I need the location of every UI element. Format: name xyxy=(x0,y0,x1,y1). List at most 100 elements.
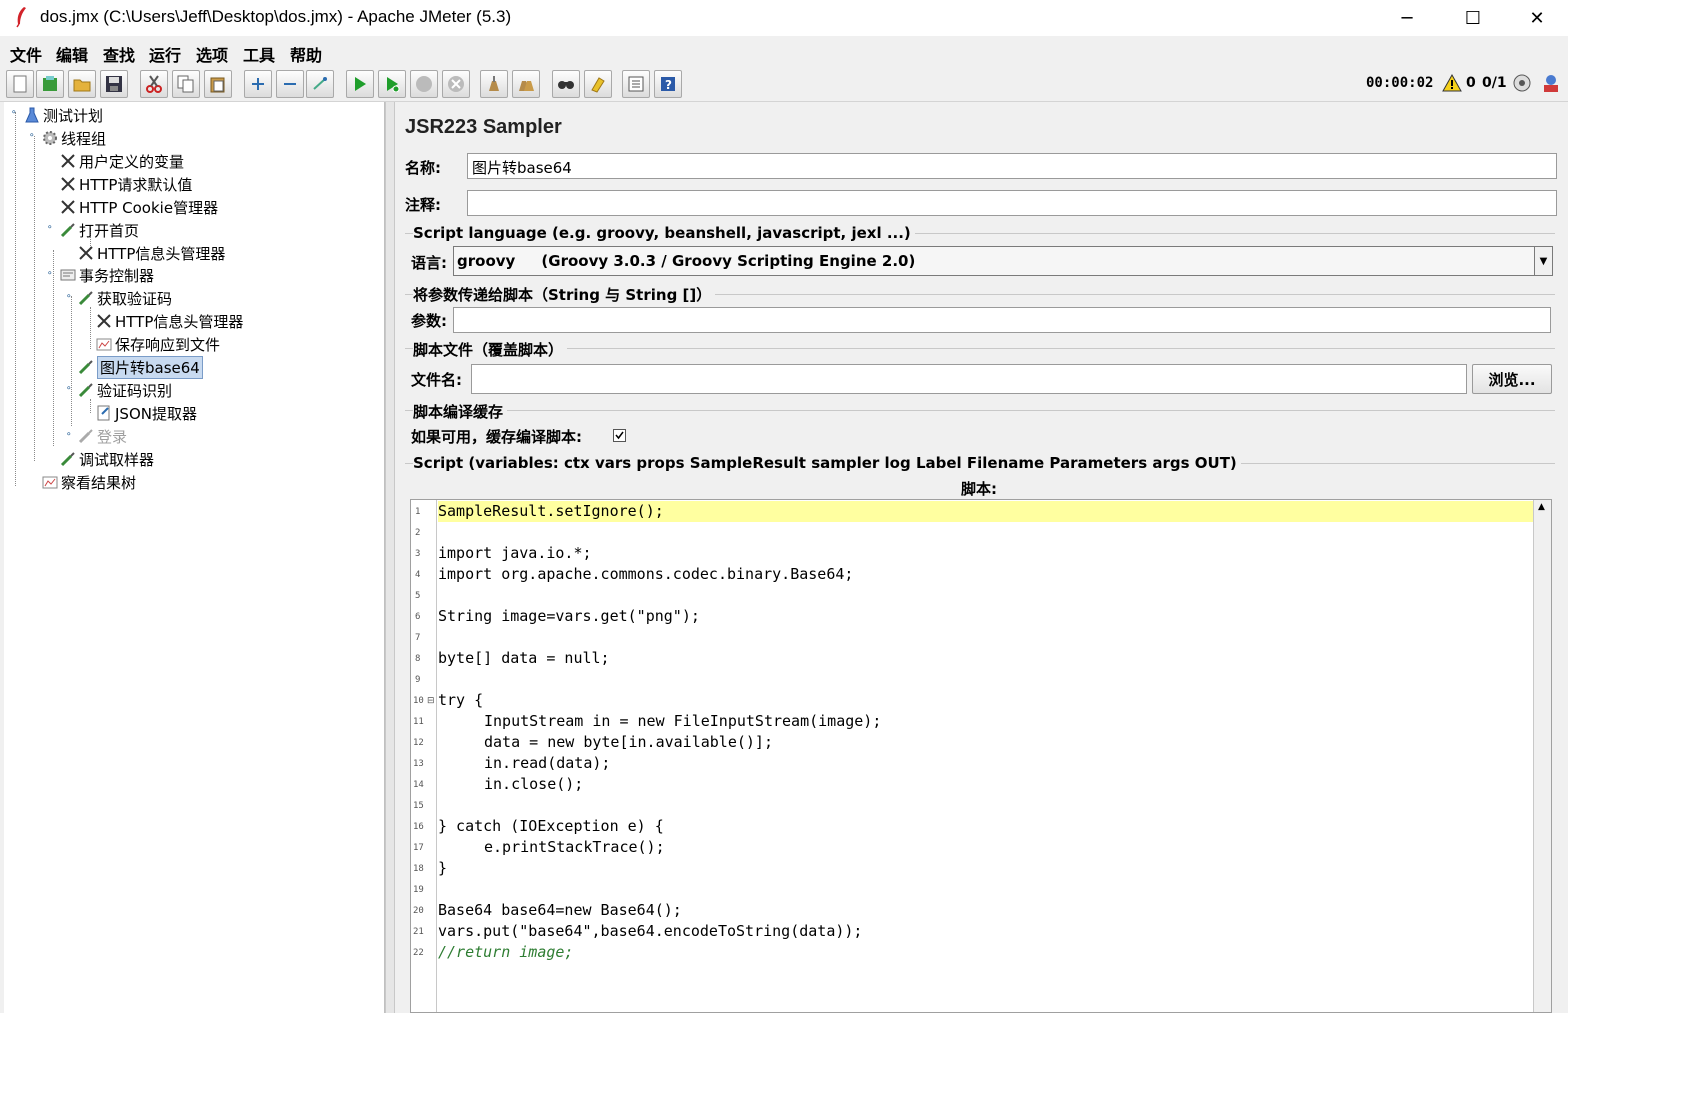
tree-line xyxy=(34,136,35,461)
menu-tools[interactable]: 工具 xyxy=(243,42,275,66)
line-number: 8 xyxy=(415,654,421,664)
line-gutter: 1 2 3 4 5 6 7 8 9 10 ⊟ 11 12 13 14 15 16… xyxy=(411,500,437,1012)
minimize-button[interactable]: ─ xyxy=(1374,0,1440,36)
pipette-icon xyxy=(78,290,94,306)
remote-status-icon xyxy=(1513,74,1531,92)
tree-node-image-to-base64[interactable]: 图片转base64 xyxy=(78,355,203,379)
toggle-icon[interactable] xyxy=(306,70,334,98)
cache-checkbox[interactable] xyxy=(613,429,626,442)
open-icon[interactable] xyxy=(68,70,96,98)
svg-text:?: ? xyxy=(665,78,672,92)
tree-node-cookie-manager[interactable]: HTTP Cookie管理器 xyxy=(60,196,218,218)
warning-icon[interactable] xyxy=(1442,74,1462,92)
help-icon[interactable]: ? xyxy=(654,70,682,98)
tree-node-header-manager-1[interactable]: HTTP信息头管理器 xyxy=(78,242,225,264)
start-no-pause-icon[interactable] xyxy=(378,70,406,98)
menu-options[interactable]: 选项 xyxy=(196,42,228,66)
menu-file[interactable]: 文件 xyxy=(10,42,42,66)
line-number: 17 xyxy=(413,843,424,853)
tree-node-login[interactable]: 登录 xyxy=(78,425,127,447)
line-number: 6 xyxy=(415,612,421,622)
tree-node-header-manager-2[interactable]: HTTP信息头管理器 xyxy=(96,310,243,332)
copy-icon[interactable] xyxy=(172,70,200,98)
shutdown-icon[interactable] xyxy=(442,70,470,98)
tree-node-label: HTTP信息头管理器 xyxy=(97,244,226,263)
script-language-section: Script language (e.g. groovy, beanshell,… xyxy=(413,224,915,242)
wrench-icon xyxy=(60,176,76,192)
close-button[interactable]: ✕ xyxy=(1504,0,1568,36)
tree-node-captcha-recognition[interactable]: 验证码识别 xyxy=(78,379,172,401)
paste-icon[interactable] xyxy=(204,70,232,98)
menu-bar: 文件 编辑 查找 运行 选项 工具 帮助 xyxy=(0,38,1568,66)
save-icon[interactable] xyxy=(100,70,128,98)
tree-node-debug-sampler[interactable]: 调试取样器 xyxy=(60,448,154,470)
reset-search-icon[interactable] xyxy=(584,70,612,98)
code-line: vars.put("base64",base64.encodeToString(… xyxy=(438,922,863,940)
flask-icon xyxy=(24,107,40,123)
script-section: Script (variables: ctx vars props Sample… xyxy=(413,454,1241,472)
expand-toggle[interactable]: ⚬ xyxy=(46,223,54,233)
line-number: 11 xyxy=(413,717,424,727)
expand-toggle[interactable]: ⚬ xyxy=(65,292,73,302)
splitter[interactable] xyxy=(385,102,395,1013)
tree-node-json-extractor[interactable]: JSON提取器 xyxy=(96,402,197,424)
tree-node-thread-group[interactable]: 线程组 xyxy=(42,127,106,149)
language-label: 语言: xyxy=(411,254,447,272)
tree-node-label: HTTP信息头管理器 xyxy=(115,312,244,331)
collapse-icon[interactable] xyxy=(276,70,304,98)
extractor-icon xyxy=(96,405,112,421)
menu-help[interactable]: 帮助 xyxy=(290,42,322,66)
chevron-up-icon[interactable]: ▲ xyxy=(1538,502,1545,512)
expand-toggle[interactable]: ⚬ xyxy=(46,269,54,279)
logger-icon[interactable] xyxy=(1540,72,1562,94)
tree-node-user-vars[interactable]: 用户定义的变量 xyxy=(60,150,184,172)
fold-icon[interactable]: ⊟ xyxy=(427,696,435,706)
expand-icon[interactable] xyxy=(244,70,272,98)
browse-button[interactable]: 浏览... xyxy=(1472,364,1552,394)
expand-toggle[interactable]: ⚬ xyxy=(10,108,18,118)
tree-node-results-tree[interactable]: 察看结果树 xyxy=(42,471,136,493)
new-icon[interactable] xyxy=(6,70,34,98)
name-field[interactable]: 图片转base64 xyxy=(467,153,1557,179)
stop-icon[interactable] xyxy=(410,70,438,98)
tree-line xyxy=(71,296,72,426)
section-divider xyxy=(405,348,1555,349)
menu-edit[interactable]: 编辑 xyxy=(56,42,88,66)
search-icon[interactable] xyxy=(552,70,580,98)
code-line: import org.apache.commons.codec.binary.B… xyxy=(438,565,854,583)
code-line: String image=vars.get("png"); xyxy=(438,607,700,625)
file-field[interactable] xyxy=(471,364,1467,394)
comment-field[interactable] xyxy=(467,190,1557,216)
tree-node-transaction-controller[interactable]: 事务控制器 xyxy=(60,264,154,286)
cut-icon[interactable] xyxy=(140,70,168,98)
menu-run[interactable]: 运行 xyxy=(149,42,181,66)
tree-node-get-captcha[interactable]: 获取验证码 xyxy=(78,287,172,309)
script-editor[interactable]: 1 2 3 4 5 6 7 8 9 10 ⊟ 11 12 13 14 15 16… xyxy=(410,499,1552,1013)
gear-icon xyxy=(42,130,58,146)
tree-node-label: 调试取样器 xyxy=(79,450,155,469)
language-select[interactable]: groovy (Groovy 3.0.3 / Groovy Scripting … xyxy=(453,246,1553,276)
expand-toggle[interactable]: ⚬ xyxy=(65,384,73,394)
expand-toggle[interactable]: ⚬ xyxy=(28,131,36,141)
tree-node-test-plan[interactable]: 测试计划 xyxy=(24,104,103,126)
tree-node-open-home[interactable]: 打开首页 xyxy=(60,219,139,241)
code-line: InputStream in = new FileInputStream(ima… xyxy=(484,712,882,730)
expand-toggle[interactable]: ⚬ xyxy=(65,430,73,440)
warning-count: 0 xyxy=(1466,75,1476,91)
params-field[interactable] xyxy=(453,307,1551,333)
templates-icon[interactable] xyxy=(36,70,64,98)
clear-all-icon[interactable] xyxy=(512,70,540,98)
tree-node-save-response[interactable]: 保存响应到文件 xyxy=(96,333,220,355)
code-line: } xyxy=(438,859,448,877)
line-number: 18 xyxy=(413,864,424,874)
start-icon[interactable] xyxy=(346,70,374,98)
function-helper-icon[interactable] xyxy=(622,70,650,98)
clear-icon[interactable] xyxy=(480,70,508,98)
menu-search[interactable]: 查找 xyxy=(103,42,135,66)
maximize-button[interactable]: ☐ xyxy=(1440,0,1506,36)
chevron-down-icon[interactable]: ▼ xyxy=(1534,247,1552,275)
editor-scrollbar[interactable]: ▲ xyxy=(1533,500,1551,1012)
toolbar: ? 00:00:02 0 0/1 xyxy=(0,66,1568,102)
tree-node-label: 获取验证码 xyxy=(97,289,173,308)
tree-node-http-defaults[interactable]: HTTP请求默认值 xyxy=(60,173,192,195)
